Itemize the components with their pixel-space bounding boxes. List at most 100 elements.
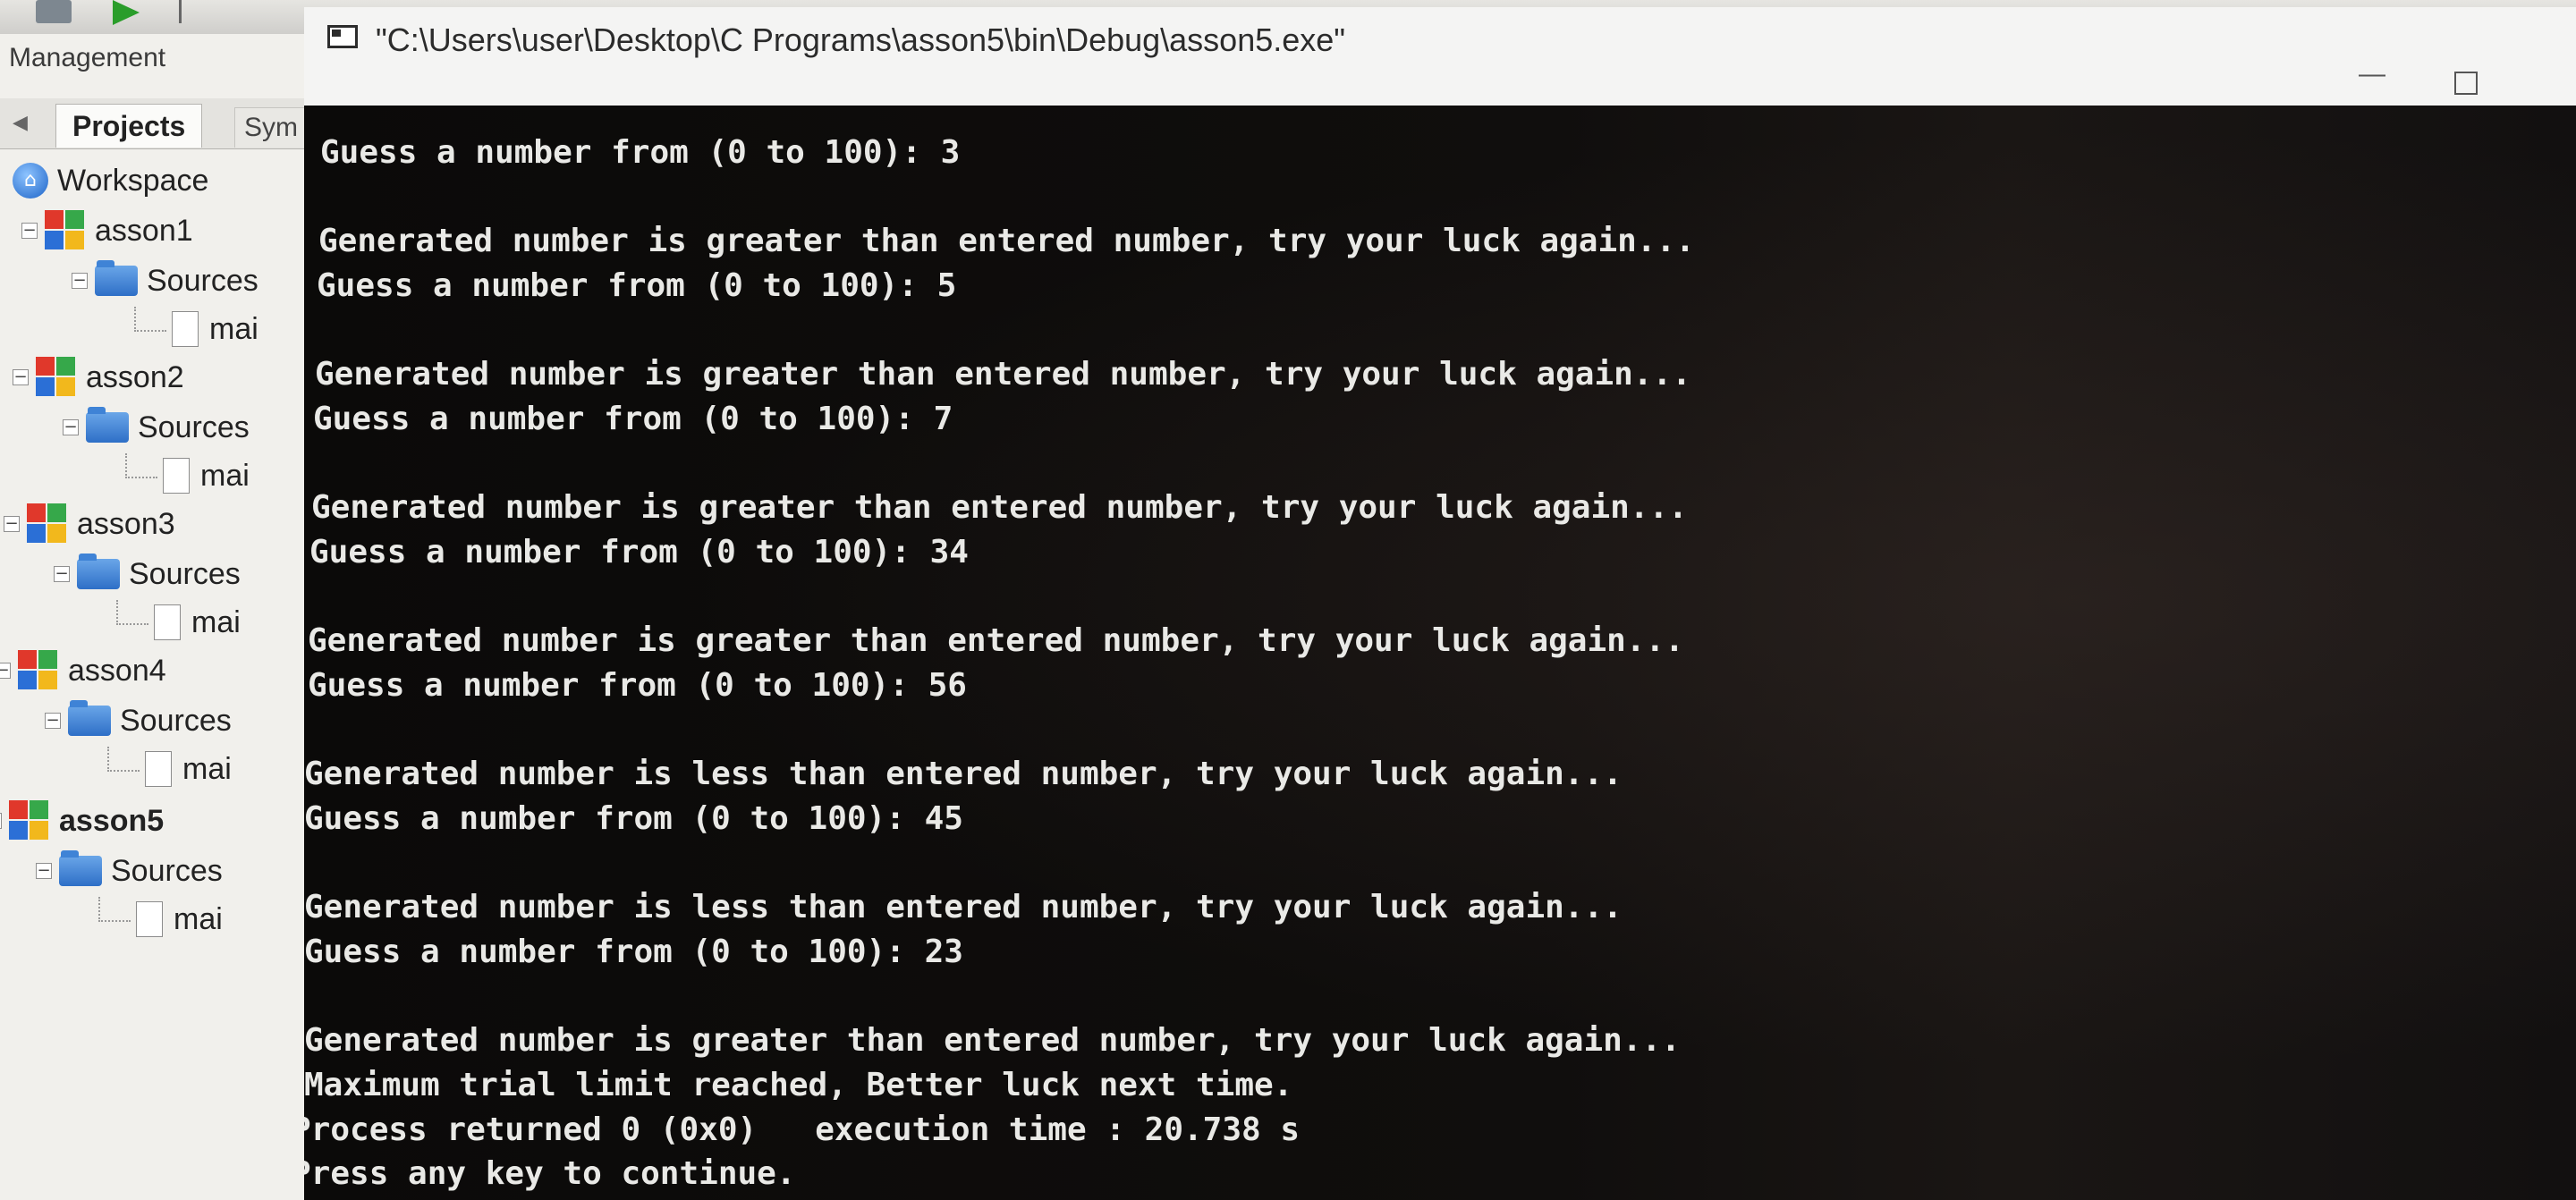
file-icon [172,311,199,347]
console-line: Maximum trial limit reached, Better luck… [304,1067,1293,1104]
console-line: Guess a number from (0 to 100): 45 [304,800,963,838]
tab-scroll-left-icon[interactable]: ◀ [13,111,28,134]
tree-file-asson2[interactable]: mai [125,453,250,497]
file-icon [136,901,163,937]
tree-project-asson5[interactable]: − asson5 [0,799,164,842]
minimize-button[interactable]: — [2345,61,2399,97]
tree-project-asson2[interactable]: − asson2 [13,356,184,399]
file-icon [163,458,190,494]
management-panel: Management ◀ Projects Sym ⌂ Workspace − … [0,34,308,1200]
tree-connector [116,600,148,625]
project-icon [36,357,77,398]
workspace-icon: ⌂ [13,163,48,199]
console-line: ​ [304,708,1695,753]
console-line: Generated number is less than entered nu… [304,889,1623,926]
tree-file-asson4[interactable]: mai [107,747,232,790]
project-icon [18,650,59,691]
collapse-icon[interactable]: − [13,369,29,385]
collapse-icon[interactable]: − [0,813,2,829]
file-label: mai [209,311,258,346]
tree-connector [98,897,131,922]
console-line: ​ [304,575,1695,620]
tree-sources-asson4[interactable]: − Sources [45,699,232,742]
file-label: mai [182,751,232,786]
run-icon[interactable] [113,0,140,25]
console-line: Generated number is greater than entered… [311,489,1688,527]
collapse-icon[interactable]: − [36,863,52,879]
project-icon [45,210,86,251]
console-line: ​ [304,841,1695,886]
console-line: Generated number is greater than entered… [315,356,1691,393]
console-line: Guess a number from (0 to 100): 34 [309,534,969,571]
project-name: asson1 [95,213,193,248]
tree-workspace[interactable]: ⌂ Workspace [13,159,208,202]
console-line: Generated number is less than entered nu… [304,756,1623,793]
project-icon [27,503,68,545]
collapse-icon[interactable]: − [45,713,61,729]
collapse-icon[interactable]: − [21,223,38,239]
collapse-icon[interactable]: − [4,516,20,532]
console-window[interactable]: "C:\Users\user\Desktop\C Programs\asson5… [304,7,2576,1200]
tree-project-asson4[interactable]: − asson4 [0,649,166,692]
tree-connector [125,453,157,478]
tree-connector [107,747,140,772]
console-output: Guess a number from (0 to 100): 3​Genera… [304,131,1695,1196]
project-name: asson3 [77,506,175,541]
console-line: Press any key to continue. [304,1155,796,1193]
console-line: ​ [304,442,1695,486]
workspace-label: Workspace [57,163,209,198]
collapse-icon[interactable]: − [63,419,79,435]
project-name: asson2 [86,359,184,394]
file-icon [154,604,181,640]
folder-icon [86,407,129,443]
file-icon [145,751,172,787]
file-label: mai [191,604,241,639]
console-line: Generated number is greater than entered… [304,1022,1681,1060]
collapse-icon[interactable]: − [0,663,11,679]
project-icon [9,800,50,841]
tree-file-asson1[interactable]: mai [134,307,258,351]
tree-file-asson5[interactable]: mai [98,897,223,941]
sources-label: Sources [111,853,223,888]
file-label: mai [200,458,250,493]
console-line: Generated number is greater than entered… [308,622,1684,660]
tree-sources-asson1[interactable]: − Sources [72,259,258,302]
collapse-icon[interactable]: − [72,273,88,289]
console-line: Process returned 0 (0x0) execution time … [304,1111,1301,1148]
file-label: mai [174,901,223,936]
tab-projects[interactable]: Projects [55,104,203,148]
folder-icon [59,850,102,886]
console-line: ​ [304,975,1695,1019]
folder-icon [68,700,111,736]
management-title: Management [9,43,166,72]
management-tabs: ◀ Projects Sym [0,98,308,149]
sources-label: Sources [147,263,258,298]
tree-sources-asson3[interactable]: − Sources [54,553,241,596]
collapse-icon[interactable]: − [54,566,70,582]
console-line: Guess a number from (0 to 100): 56 [308,667,967,705]
folder-icon [77,554,120,589]
sources-label: Sources [138,410,250,444]
tree-file-asson3[interactable]: mai [116,600,241,644]
console-app-icon [327,25,358,48]
tree-sources-asson5[interactable]: − Sources [36,849,223,892]
sources-label: Sources [129,556,241,591]
tree-sources-asson2[interactable]: − Sources [63,406,250,449]
build-and-run-icon[interactable] [179,0,208,23]
console-line: Guess a number from (0 to 100): 3 [320,134,961,171]
tree-project-asson1[interactable]: − asson1 [21,209,193,252]
tree-project-asson3[interactable]: − asson3 [4,503,175,545]
console-line: ​ [304,175,1695,220]
maximize-button[interactable] [2454,72,2478,95]
tab-symbols[interactable]: Sym [234,107,308,148]
console-body[interactable]: Guess a number from (0 to 100): 3​Genera… [304,106,2576,1200]
project-name: asson5 [59,803,165,838]
folder-icon [95,260,138,296]
console-line: Guess a number from (0 to 100): 23 [304,934,963,971]
console-line: ​ [304,308,1695,353]
console-titlebar[interactable]: "C:\Users\user\Desktop\C Programs\asson5… [304,7,2576,106]
build-icon[interactable] [36,0,72,23]
sources-label: Sources [120,703,232,738]
console-title: "C:\Users\user\Desktop\C Programs\asson5… [376,21,1346,58]
console-line: Guess a number from (0 to 100): 5 [317,267,957,305]
